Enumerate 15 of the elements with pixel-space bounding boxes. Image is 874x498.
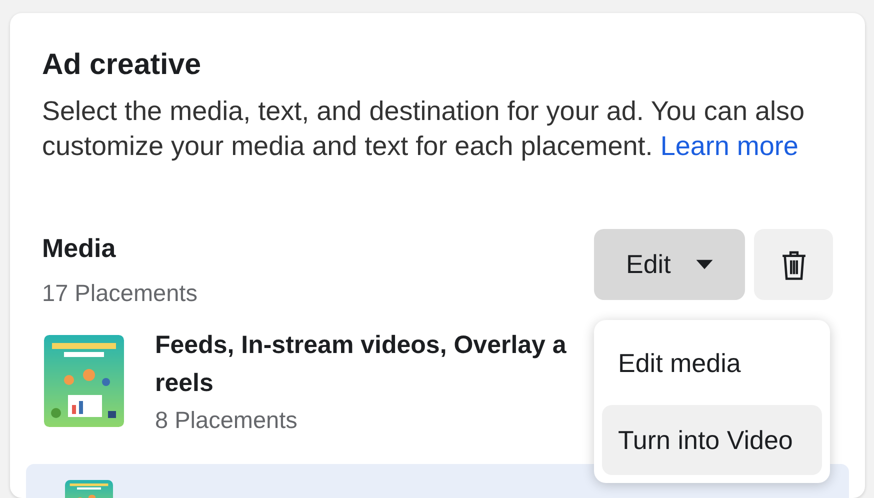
placement-count: 8 Placements [155,406,298,434]
edit-button[interactable]: Edit [594,229,745,300]
menu-item[interactable]: Turn into Video [602,405,822,475]
placement-title: Feeds, In-stream videos, Overlay a [155,330,566,361]
media-row[interactable]: Feeds, In-stream videos, Overlay a reels 8 Placements [26,325,570,456]
learn-more-link[interactable]: Learn more [660,131,798,161]
placement-title: reels [155,368,214,399]
menu-item[interactable]: Edit media [602,332,822,398]
trash-icon [780,248,808,280]
description: Select the media, text, and destination for your ad. You can also customize your media and text for each placement. Learn more [42,95,806,163]
placement-count: 17 Placements [42,279,198,307]
media-title: Media [42,232,116,264]
section-title: Ad creative [42,48,202,82]
delete-button[interactable] [754,229,833,300]
caret-icon [694,259,714,270]
